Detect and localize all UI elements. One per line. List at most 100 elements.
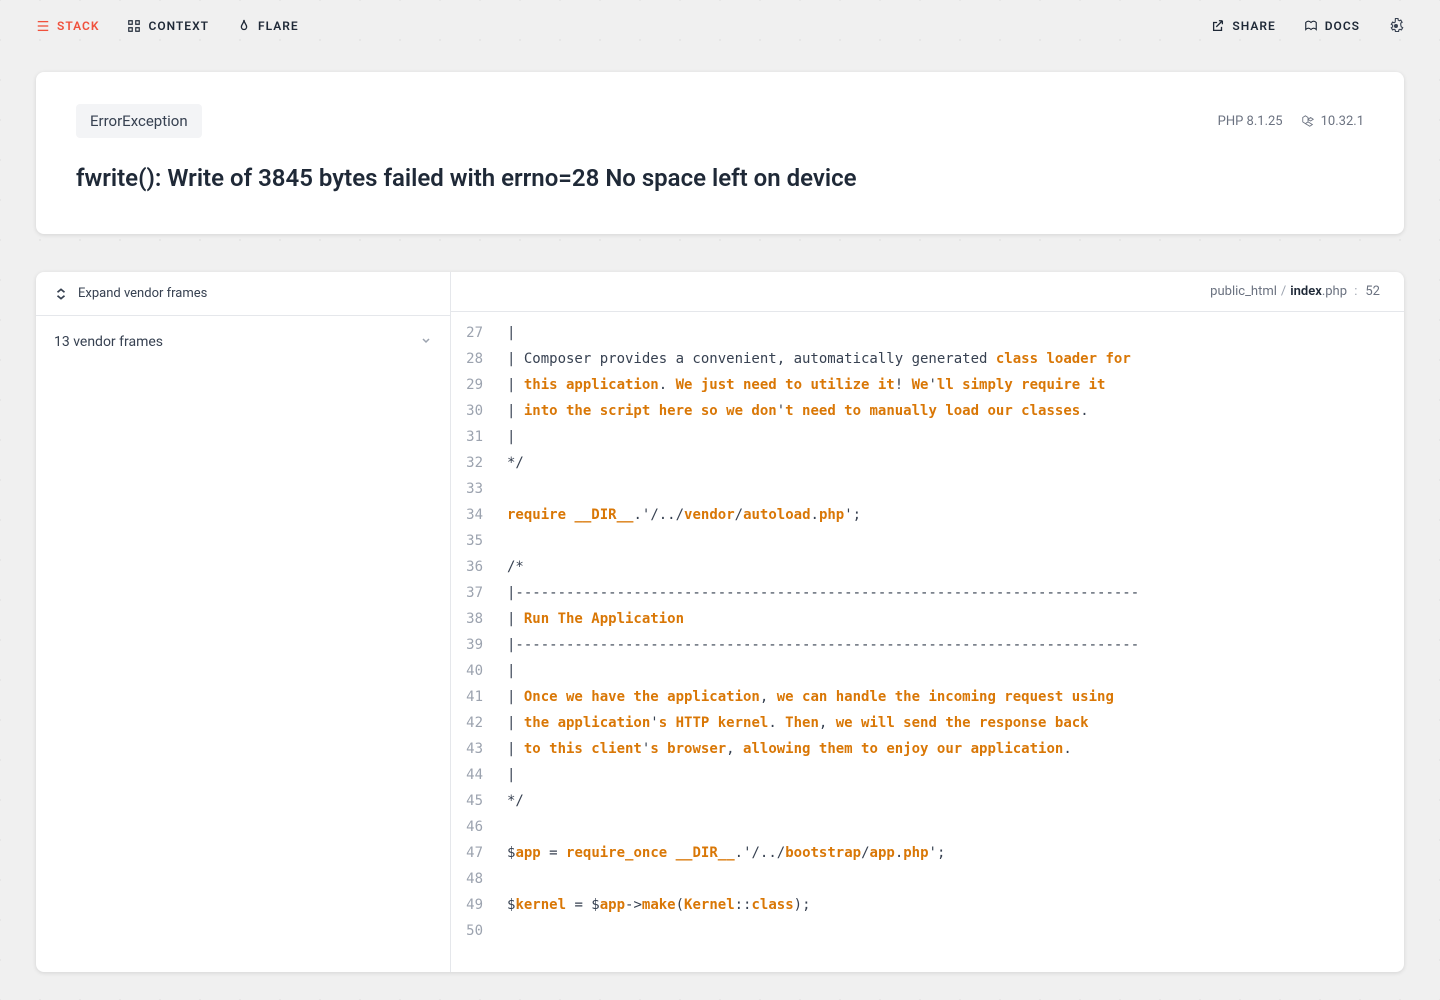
code-line: 33 (451, 476, 1404, 502)
line-number: 36 (451, 554, 507, 580)
code-breadcrumb: public_html/index.php :52 (451, 272, 1404, 312)
flare-icon (237, 19, 251, 33)
code-line: 35 (451, 528, 1404, 554)
code-line: 34require __DIR__.'/../vendor/autoload.p… (451, 502, 1404, 528)
error-card: ErrorException PHP 8.1.25 10.32.1 fwrite… (36, 72, 1404, 234)
code-line: 42| the application's HTTP kernel. Then,… (451, 710, 1404, 736)
expand-label: Expand vendor frames (78, 286, 207, 301)
code-line: 31| (451, 424, 1404, 450)
line-number: 46 (451, 814, 507, 840)
code-line: 32*/ (451, 450, 1404, 476)
line-number: 49 (451, 892, 507, 918)
vendor-frames-toggle[interactable]: 13 vendor frames (36, 316, 450, 368)
tab-stack[interactable]: STACK (36, 19, 99, 33)
line-number: 50 (451, 918, 507, 944)
breadcrumb-file: index (1290, 284, 1322, 299)
breadcrumb-dir: public_html (1210, 284, 1277, 299)
line-code: | Run The Application (507, 606, 684, 632)
top-nav: STACK CONTEXT FLARE SHARE DOCS (0, 0, 1440, 52)
code-line: 48 (451, 866, 1404, 892)
line-number: 38 (451, 606, 507, 632)
frames-sidebar: Expand vendor frames 13 vendor frames (36, 272, 451, 972)
code-line: 27| (451, 320, 1404, 346)
line-code: | to this client's browser, allowing the… (507, 736, 1072, 762)
tab-label: CONTEXT (148, 19, 209, 33)
laravel-version: 10.32.1 (1301, 114, 1364, 129)
version-meta: PHP 8.1.25 10.32.1 (1218, 114, 1364, 129)
tab-flare[interactable]: FLARE (237, 19, 299, 33)
exception-type-badge: ErrorException (76, 104, 202, 138)
code-line: 49$kernel = $app->make(Kernel::class); (451, 892, 1404, 918)
share-icon (1211, 19, 1225, 33)
line-number: 45 (451, 788, 507, 814)
code-line: 50 (451, 918, 1404, 944)
line-number: 41 (451, 684, 507, 710)
code-body[interactable]: 27|28| Composer provides a convenient, a… (451, 312, 1404, 972)
code-line: 37|-------------------------------------… (451, 580, 1404, 606)
line-code: | Composer provides a convenient, automa… (507, 346, 1131, 372)
line-code: | the application's HTTP kernel. Then, w… (507, 710, 1089, 736)
settings-gear-icon[interactable] (1388, 18, 1404, 34)
line-number: 34 (451, 502, 507, 528)
code-line: 36/* (451, 554, 1404, 580)
error-message: fwrite(): Write of 3845 bytes failed wit… (76, 162, 1364, 194)
expand-vendor-frames-button[interactable]: Expand vendor frames (36, 272, 450, 316)
line-number: 40 (451, 658, 507, 684)
line-number: 32 (451, 450, 507, 476)
line-code: |---------------------------------------… (507, 580, 1139, 606)
nav-label: SHARE (1232, 19, 1275, 33)
line-number: 44 (451, 762, 507, 788)
line-number: 48 (451, 866, 507, 892)
line-number: 39 (451, 632, 507, 658)
code-line: 41| Once we have the application, we can… (451, 684, 1404, 710)
line-number: 30 (451, 398, 507, 424)
line-number: 47 (451, 840, 507, 866)
line-number: 42 (451, 710, 507, 736)
line-code: */ (507, 450, 524, 476)
line-code: */ (507, 788, 524, 814)
code-line: 46 (451, 814, 1404, 840)
nav-label: DOCS (1325, 19, 1360, 33)
code-line: 39|-------------------------------------… (451, 632, 1404, 658)
line-code: | into the script here so we don't need … (507, 398, 1089, 424)
breadcrumb-line: 52 (1365, 284, 1380, 299)
code-line: 29| this application. We just need to ut… (451, 372, 1404, 398)
code-line: 44| (451, 762, 1404, 788)
code-line: 43| to this client's browser, allowing t… (451, 736, 1404, 762)
tab-context[interactable]: CONTEXT (127, 19, 209, 33)
tab-label: FLARE (258, 19, 299, 33)
line-number: 43 (451, 736, 507, 762)
line-code: | (507, 762, 515, 788)
code-line: 40| (451, 658, 1404, 684)
line-code: /* (507, 554, 524, 580)
line-code: require __DIR__.'/../vendor/autoload.php… (507, 502, 861, 528)
line-number: 27 (451, 320, 507, 346)
line-code: | (507, 320, 515, 346)
expand-icon (54, 287, 68, 301)
line-code: | Once we have the application, we can h… (507, 684, 1114, 710)
line-number: 29 (451, 372, 507, 398)
line-number: 35 (451, 528, 507, 554)
code-viewer: public_html/index.php :52 27|28| Compose… (451, 272, 1404, 972)
line-number: 33 (451, 476, 507, 502)
line-number: 28 (451, 346, 507, 372)
code-line: 30| into the script here so we don't nee… (451, 398, 1404, 424)
breadcrumb-ext: .php (1322, 284, 1347, 299)
line-code: | (507, 658, 515, 684)
tab-label: STACK (57, 19, 99, 33)
chevron-down-icon (420, 334, 432, 350)
vendor-frames-label: 13 vendor frames (54, 334, 163, 350)
docs-icon (1304, 19, 1318, 33)
line-code: $app = require_once __DIR__.'/../bootstr… (507, 840, 945, 866)
line-code: | (507, 424, 515, 450)
docs-link[interactable]: DOCS (1304, 19, 1360, 33)
stack-trace-panel: Expand vendor frames 13 vendor frames pu… (36, 272, 1404, 972)
context-icon (127, 19, 141, 33)
line-number: 31 (451, 424, 507, 450)
line-code: $kernel = $app->make(Kernel::class); (507, 892, 811, 918)
php-version: PHP 8.1.25 (1218, 114, 1283, 129)
line-number: 37 (451, 580, 507, 606)
share-button[interactable]: SHARE (1211, 19, 1275, 33)
line-code: | this application. We just need to util… (507, 372, 1105, 398)
laravel-icon (1301, 114, 1315, 128)
